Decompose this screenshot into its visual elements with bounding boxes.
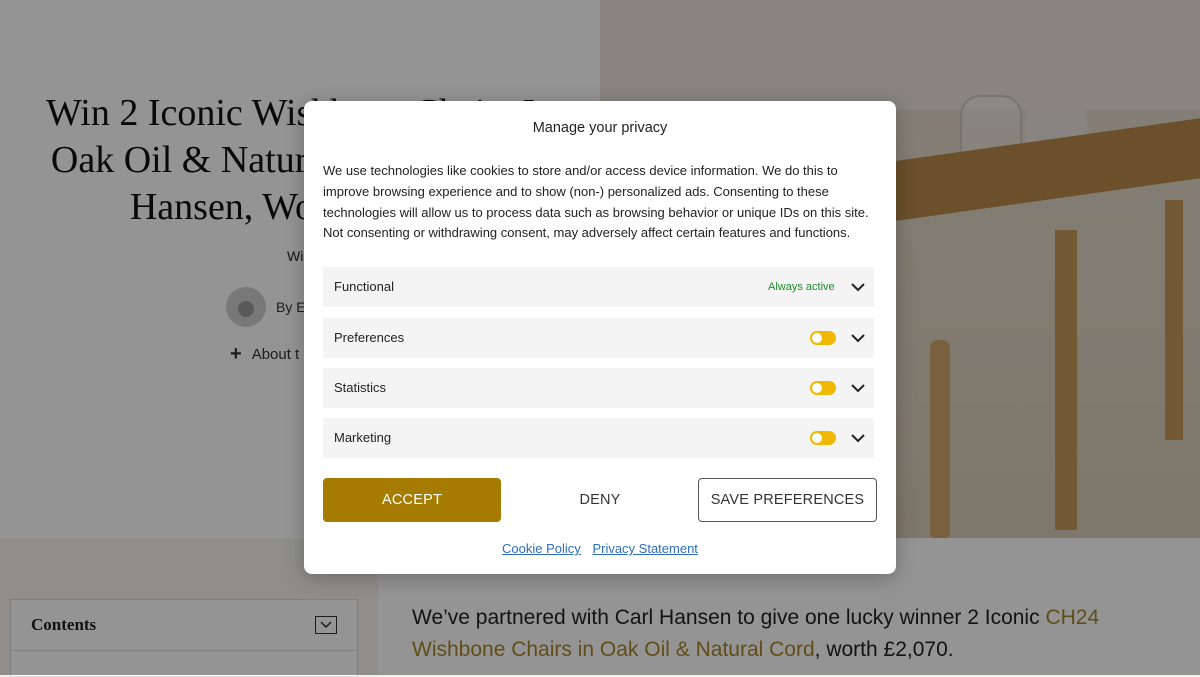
dialog-title: Manage your privacy	[532, 120, 668, 136]
category-label: Statistics	[334, 380, 387, 395]
category-label: Marketing	[334, 430, 392, 445]
chevron-down-icon[interactable]	[848, 378, 868, 398]
category-statistics[interactable]: Statistics	[323, 368, 874, 408]
statistics-toggle[interactable]	[810, 381, 836, 395]
category-functional[interactable]: Functional Always active	[323, 267, 874, 307]
status-badge: Always active	[768, 281, 835, 293]
marketing-toggle[interactable]	[810, 431, 836, 445]
policy-links: Cookie Policy Privacy Statement	[304, 541, 896, 556]
chevron-down-icon[interactable]	[848, 277, 868, 297]
cookie-consent-dialog: Manage your privacy We use technologies …	[304, 101, 896, 574]
category-marketing[interactable]: Marketing	[323, 418, 874, 458]
accept-button[interactable]: ACCEPT	[323, 478, 501, 522]
category-label: Functional	[334, 279, 394, 294]
category-label: Preferences	[334, 330, 405, 345]
chevron-down-icon[interactable]	[848, 328, 868, 348]
category-preferences[interactable]: Preferences	[323, 318, 874, 358]
chevron-down-icon[interactable]	[848, 428, 868, 448]
deny-button[interactable]: DENY	[509, 478, 691, 522]
privacy-statement-link[interactable]: Privacy Statement	[592, 541, 698, 556]
preferences-toggle[interactable]	[810, 331, 836, 345]
dialog-description: We use technologies like cookies to stor…	[323, 163, 869, 241]
save-preferences-button[interactable]: SAVE PREFERENCES	[698, 478, 877, 522]
cookie-policy-link[interactable]: Cookie Policy	[502, 541, 581, 556]
